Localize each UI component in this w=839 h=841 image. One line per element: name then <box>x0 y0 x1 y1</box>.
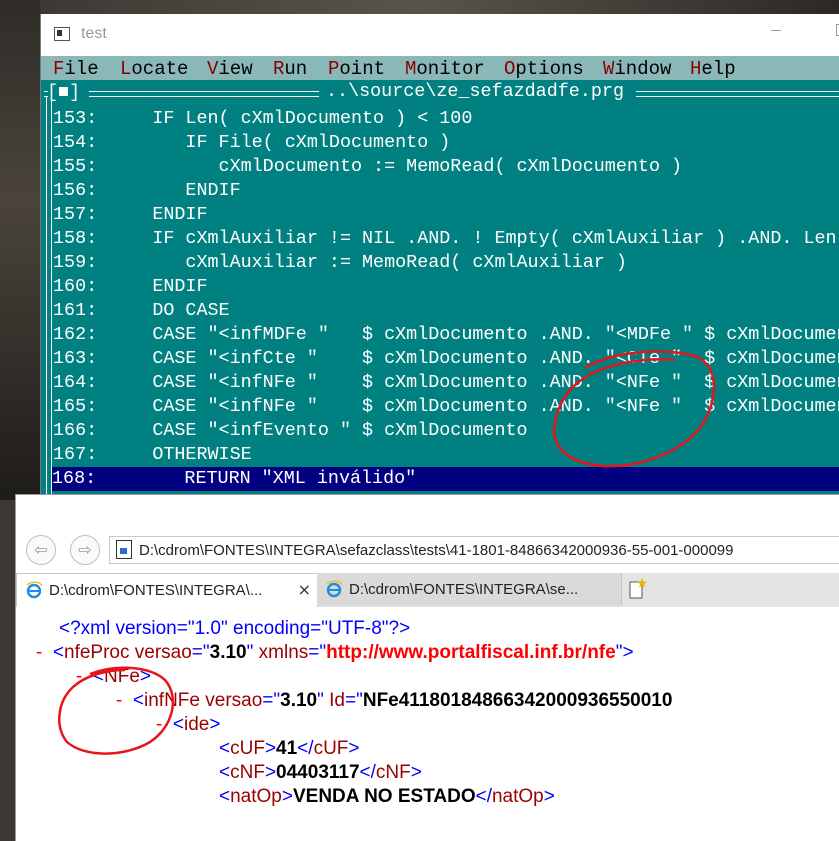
debugger-window: test File Locate View Run Point Monitor Option… <box>40 14 839 494</box>
new-tab-icon[interactable] <box>622 575 652 605</box>
xml-node-cuf: <cUF>41</cUF> <box>219 738 360 759</box>
code-line[interactable]: 156: ENDIF <box>53 179 241 203</box>
menu-label: ocate <box>131 58 189 80</box>
header-border-mid <box>89 91 319 97</box>
app-window-icon <box>54 27 70 41</box>
header-border-right <box>636 91 839 97</box>
menu-label: ile <box>64 58 99 80</box>
xml-content-view: <?xml version="1.0" encoding="UTF-8"?> -… <box>16 607 839 841</box>
menu-hotkey: P <box>328 58 340 80</box>
code-line[interactable]: 167: OTHERWISE <box>53 443 252 467</box>
menu-hotkey: F <box>53 58 65 80</box>
tab-inactive[interactable]: D:\cdrom\FONTES\INTEGRA\se... <box>317 573 622 606</box>
menu-item[interactable]: Point <box>328 58 385 80</box>
tab-active[interactable]: D:\cdrom\FONTES\INTEGRA\... × <box>16 573 318 607</box>
forward-button[interactable]: ⇨ <box>70 535 100 565</box>
menu-hotkey: H <box>690 58 702 80</box>
browser-navbar: ⇦ ⇨ D:\cdrom\FONTES\INTEGRA\sefazclass\t… <box>16 527 839 573</box>
window-titlebar: test <box>41 14 839 56</box>
desktop-background-left <box>0 0 40 500</box>
xml-node-natop: <natOp>VENDA NO ESTADO</natOp> <box>219 786 555 807</box>
menu-item[interactable]: Window <box>603 58 671 80</box>
xml-node-ide[interactable]: - <ide> <box>156 713 220 737</box>
menu-item[interactable]: Options <box>504 58 584 80</box>
code-line[interactable]: 162: CASE "<infMDFe " $ cXmlDocumento .A… <box>53 323 839 347</box>
code-window-left-border <box>46 96 52 494</box>
code-line[interactable]: 154: IF File( cXmlDocumento ) <box>53 131 450 155</box>
xml-node-nfeproc[interactable]: - <nfeProc versao="3.10" xmlns="http://w… <box>36 641 634 665</box>
page-icon <box>116 540 132 559</box>
menu-label: ptions <box>515 58 584 80</box>
ie-icon <box>26 581 43 599</box>
menu-label: elp <box>701 58 736 80</box>
menu-hotkey: O <box>504 58 516 80</box>
code-line-current[interactable]: 168: RETURN "XML inválido" <box>52 467 839 491</box>
window-title: test <box>81 25 107 42</box>
tab-strip: D:\cdrom\FONTES\INTEGRA\... × D:\cdrom\F… <box>16 573 839 607</box>
code-line[interactable]: 160: ENDIF <box>53 275 208 299</box>
menu-item[interactable]: Locate <box>120 58 188 80</box>
code-line[interactable]: 158: IF cXmlAuxiliar != NIL .AND. ! Empt… <box>53 227 839 251</box>
code-window-header: [■] ..\source\ze_sefazdadfe.prg <box>41 80 839 104</box>
browser-window: ⇦ ⇨ D:\cdrom\FONTES\INTEGRA\sefazclass\t… <box>15 494 839 841</box>
menu-item[interactable]: Help <box>690 58 736 80</box>
address-url: D:\cdrom\FONTES\INTEGRA\sefazclass\tests… <box>139 542 734 559</box>
tab-label: D:\cdrom\FONTES\INTEGRA\... <box>49 582 263 599</box>
code-line[interactable]: 163: CASE "<infCte " $ cXmlDocumento .AN… <box>53 347 839 371</box>
code-line[interactable]: 164: CASE "<infNFe " $ cXmlDocumento .AN… <box>53 371 839 395</box>
xml-node-infnfe[interactable]: - <infNFe versao="3.10" Id="NFe411801848… <box>116 689 672 713</box>
menu-label: un <box>284 58 308 80</box>
xml-node-cnf: <cNF>04403117</cNF> <box>219 762 422 783</box>
menu-label: iew <box>218 58 253 80</box>
code-line[interactable]: 157: ENDIF <box>53 203 208 227</box>
menu-item[interactable]: Run <box>273 58 307 80</box>
close-tab-icon[interactable]: × <box>298 580 311 599</box>
tab-label: D:\cdrom\FONTES\INTEGRA\se... <box>349 581 579 598</box>
code-line[interactable]: 159: cXmlAuxiliar := MemoRead( cXmlAuxil… <box>53 251 627 275</box>
back-button[interactable]: ⇦ <box>26 535 56 565</box>
code-line[interactable]: 155: cXmlDocumento := MemoRead( cXmlDocu… <box>53 155 682 179</box>
source-file-path: ..\source\ze_sefazdadfe.prg <box>326 81 624 102</box>
code-line[interactable]: 153: IF Len( cXmlDocumento ) < 100 <box>53 107 472 131</box>
menu-label: oint <box>339 58 386 80</box>
menu-label: onitor <box>416 58 485 80</box>
menu-bar: File Locate View Run Point Monitor Options Wind… <box>41 56 839 80</box>
menu-item[interactable]: File <box>53 58 99 80</box>
code-line[interactable]: 166: CASE "<infEvento " $ cXmlDocumento <box>53 419 528 443</box>
menu-hotkey: W <box>603 58 615 80</box>
minimize-button[interactable] <box>771 30 781 31</box>
menu-item[interactable]: Monitor <box>405 58 485 80</box>
menu-hotkey: L <box>120 58 132 80</box>
source-code-view[interactable]: [■] ..\source\ze_sefazdadfe.prg 153: IF … <box>41 80 839 494</box>
address-bar[interactable]: D:\cdrom\FONTES\INTEGRA\sefazclass\tests… <box>109 536 839 564</box>
menu-hotkey: V <box>207 58 219 80</box>
menu-hotkey: M <box>405 58 417 80</box>
menu-item[interactable]: View <box>207 58 253 80</box>
code-line[interactable]: 165: CASE "<infNFe " $ cXmlDocumento .AN… <box>53 395 839 419</box>
menu-hotkey: R <box>273 58 285 80</box>
xml-node-nfe[interactable]: - <NFe> <box>76 665 151 689</box>
code-line[interactable]: 161: DO CASE <box>53 299 230 323</box>
ie-icon <box>326 580 343 598</box>
menu-label: indow <box>614 58 672 80</box>
desktop-background <box>0 0 839 14</box>
xml-declaration: <?xml version="1.0" encoding="UTF-8"?> <box>59 618 411 639</box>
